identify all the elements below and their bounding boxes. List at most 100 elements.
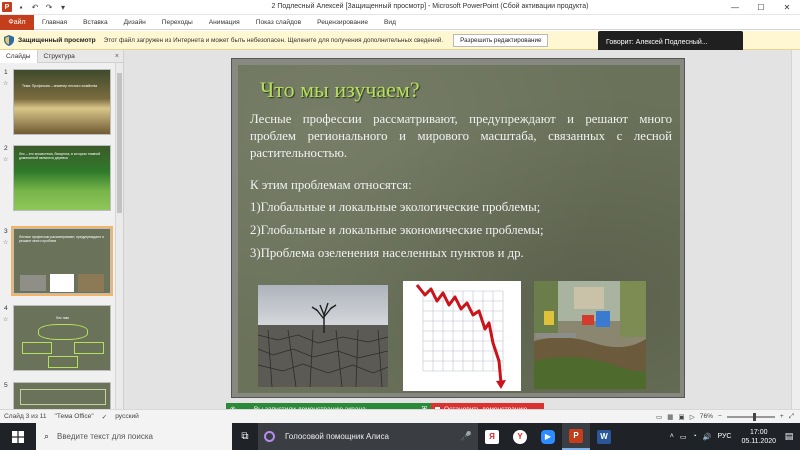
slide-number: 3 [4,228,8,235]
animation-star-icon: ☆ [3,157,9,163]
slide-number: 4 [4,305,8,312]
zoom-slider-knob[interactable] [752,412,756,421]
taskbar-app-yandex[interactable]: Y [506,423,534,450]
clock[interactable]: 17:00 05.11.2020 [741,428,776,446]
thumbnail-text: Лес – это экосистема, биоценоз, в которо… [19,152,101,160]
minimize-button[interactable]: — [722,0,748,15]
network-icon[interactable]: ◔ [693,433,697,440]
protected-view-title: Защищенный просмотр [18,36,96,44]
battery-icon[interactable]: ▭ [680,433,687,441]
taskbar-app-yandex-browser[interactable]: Я [478,423,506,450]
enable-editing-button[interactable]: Разрешить редактирование [453,33,549,47]
slide-bullet[interactable]: 1)Глобальные и локальные экологические п… [250,199,540,216]
slide-thumbnail-3[interactable]: Лесные профессии рассматривают, предупре… [11,226,113,296]
yandex-browser-icon: Я [485,429,499,444]
slideshow-icon[interactable]: ▷ [690,413,695,421]
ribbon-tabs: Файл Главная Вставка Дизайн Переходы Ани… [0,14,800,30]
spellcheck-icon[interactable]: ✓ [102,413,108,421]
animation-star-icon: ☆ [3,240,9,246]
file-tab[interactable]: Файл [0,14,34,30]
tab-outline[interactable]: Структура [38,50,81,63]
animation-star-icon: ☆ [3,81,9,87]
taskbar-app-powerpoint[interactable]: P [562,423,590,450]
tab-slides[interactable]: Слайды [0,49,38,63]
tab-slideshow[interactable]: Показ слайдов [248,19,309,26]
slide-edit-area: Что мы изучаем? Лесные профессии рассмат… [124,50,800,409]
windows-taskbar: ⌕ Введите текст для поиска ⧉ Голосовой п… [0,423,800,450]
declining-chart-image[interactable] [403,281,521,391]
thumbnail-text: Лес нам [56,316,69,320]
protected-view-message[interactable]: Этот файл загружен из Интернета и может … [104,37,443,44]
microphone-icon[interactable]: 🎤 [461,431,472,442]
title-bar: P ▪ ↶ ↷ ▾ 2 Подлесный Алексей [Защищенны… [0,0,800,15]
status-bar: Слайд 3 из 11 "Тема Office" ✓ русский ▭ … [0,409,800,423]
tab-view[interactable]: Вид [376,19,404,26]
tab-transitions[interactable]: Переходы [154,19,201,26]
zoom-icon: ▶ [541,429,555,444]
clock-time: 17:00 [749,428,768,436]
alice-icon [264,431,275,442]
reading-view-icon[interactable]: ▣ [678,413,684,421]
slide-bullet[interactable]: К этим проблемам относятся: [250,177,412,194]
tab-review[interactable]: Рецензирование [309,19,376,26]
current-slide[interactable]: Что мы изучаем? Лесные профессии рассмат… [231,58,685,398]
alice-assistant[interactable]: Голосовой помощник Алиса 🎤 [258,423,478,450]
tab-home[interactable]: Главная [34,19,75,26]
volume-icon[interactable]: 🔊 [703,433,712,441]
shield-icon [4,34,14,46]
task-view-icon[interactable]: ⧉ [232,423,258,450]
slide-thumbnail-5[interactable] [13,382,111,410]
slide-bullet[interactable]: 2)Глобальные и локальные экономические п… [250,222,544,239]
start-button[interactable] [0,423,36,450]
zoom-out-icon[interactable]: − [718,413,722,420]
windows-logo-icon [12,430,24,443]
close-panel-icon[interactable]: × [115,53,119,60]
taskbar-search-input[interactable]: ⌕ Введите текст для поиска [36,423,232,450]
zoom-level[interactable]: 76% [700,413,713,420]
slide-number: 5 [4,382,8,389]
tab-design[interactable]: Дизайн [116,19,154,26]
tab-animation[interactable]: Анимация [201,19,248,26]
slide-number: 2 [4,145,8,152]
slide-vertical-scrollbar[interactable] [791,50,800,409]
cracked-earth-tree-image[interactable] [258,285,388,387]
slide-bullet[interactable]: 3)Проблема озеленения населенных пунктов… [250,245,524,262]
search-icon: ⌕ [44,431,50,441]
search-placeholder: Введите текст для поиска [57,432,153,441]
input-language[interactable]: РУС [717,433,731,440]
slides-panel: Слайды Структура × 1 ☆ Тема: Профессия –… [0,49,124,410]
taskbar-app-word[interactable]: W [590,423,618,450]
system-tray: ˄ ▭ ◔ 🔊 РУС 17:00 05.11.2020 ▤ [670,428,800,446]
slide-thumbnail-4[interactable]: Лес нам [13,305,111,371]
taskbar-app-zoom[interactable]: ▶ [534,423,562,450]
theme-name: "Тема Office" [54,413,94,420]
tab-insert[interactable]: Вставка [75,19,116,26]
zoom-in-icon[interactable]: + [780,413,784,420]
slides-panel-scrollbar[interactable] [115,63,123,409]
sorter-view-icon[interactable]: ▦ [667,413,673,421]
fit-to-window-icon[interactable]: ⤢ [789,413,794,421]
word-icon: W [597,429,611,444]
slide-title[interactable]: Что мы изучаем? [260,77,420,103]
slide-number: 1 [4,69,8,76]
slide-paragraph[interactable]: Лесные профессии рассматривают, предупре… [250,111,672,162]
maximize-button[interactable]: ☐ [748,0,774,15]
slide-counter: Слайд 3 из 11 [4,413,47,420]
normal-view-icon[interactable]: ▭ [656,413,662,421]
powerpoint-icon: P [569,428,583,443]
scrollbar-thumb[interactable] [117,73,122,213]
animation-star-icon: ☆ [3,317,9,323]
language-indicator[interactable]: русский [115,413,139,420]
thumbnail-text: Тема: Профессия – инженер лесного хозяйс… [22,84,98,88]
window-title: 2 Подлесный Алексей [Защищенный просмотр… [271,3,589,10]
alice-label: Голосовой помощник Алиса [285,432,389,441]
notifications-icon[interactable]: ▤ [782,431,796,442]
park-playground-image[interactable] [534,281,646,389]
thumbnail-text: Лесные профессии рассматривают, предупре… [19,235,104,243]
slide-thumbnail-2[interactable]: Лес – это экосистема, биоценоз, в которо… [13,145,111,211]
yandex-y-icon: Y [513,429,527,444]
show-hidden-icons[interactable]: ˄ [670,433,674,440]
slide-thumbnail-1[interactable]: Тема: Профессия – инженер лесного хозяйс… [13,69,111,135]
close-button[interactable]: ✕ [774,0,800,15]
zoom-slider[interactable] [726,412,775,421]
